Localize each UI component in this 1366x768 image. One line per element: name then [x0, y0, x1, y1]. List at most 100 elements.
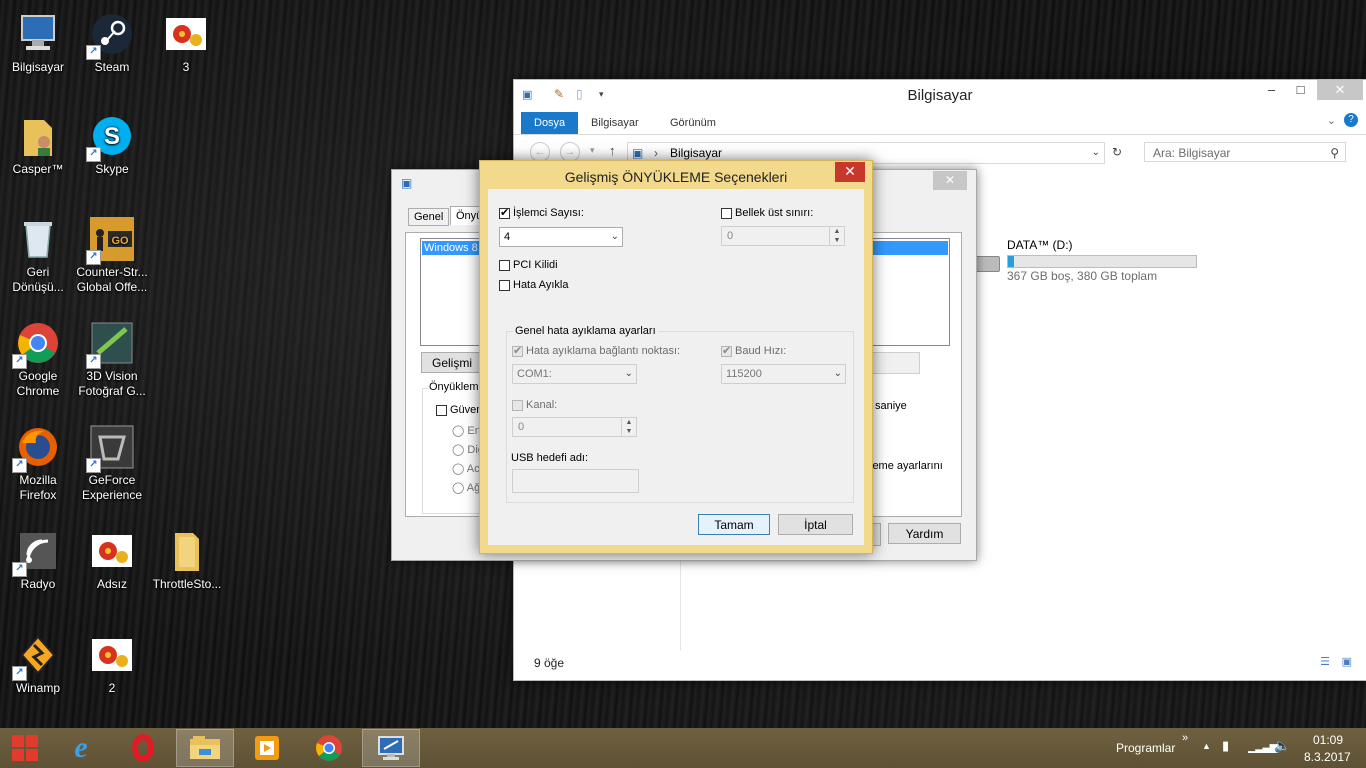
dialog-title: Gelişmiş ÖNYÜKLEME Seçenekleri — [564, 169, 788, 185]
taskbar: e Programlar » ▲ ▮ ▁▂▃▅ 🔈 01:09 8.3.2017 — [0, 728, 1366, 768]
baud-rate-select[interactable]: 115200 ⌄ — [721, 364, 846, 384]
start-button[interactable] — [0, 729, 50, 767]
desktop-icon-csgo[interactable]: GO ↗ Counter-Str... Global Offe... — [74, 215, 150, 295]
volume-icon[interactable]: 🔈 — [1274, 738, 1290, 754]
help-icon[interactable]: ? — [1344, 113, 1358, 127]
desktop-icon-adsiz[interactable]: Adsız — [74, 527, 150, 592]
usb-target-input[interactable] — [512, 469, 639, 493]
chevron-down-icon[interactable]: ⌄ — [1327, 114, 1336, 127]
clock-time[interactable]: 01:09 — [1313, 733, 1343, 747]
taskbar-system-configuration[interactable] — [362, 729, 420, 767]
desktop-icon-label: ThrottleSto... — [152, 577, 222, 591]
list-item-highlight — [873, 241, 948, 255]
maximize-button[interactable]: □ — [1286, 80, 1315, 100]
set-default-button[interactable] — [870, 352, 920, 374]
spinner-arrows-icon[interactable]: ▲ ▼ — [621, 418, 636, 436]
close-button[interactable]: ✕ — [835, 162, 865, 182]
desktop-icon-3[interactable]: 3 — [148, 10, 224, 75]
power-status-icon[interactable]: ▮ — [1222, 738, 1229, 754]
desktop-icon-bilgisayar[interactable]: Bilgisayar — [0, 10, 76, 75]
spinner-arrows-icon[interactable]: ▲ ▼ — [829, 227, 844, 245]
max-memory-label: Bellek üst sınırı: — [735, 207, 814, 219]
show-hidden-icons-icon[interactable]: ▲ — [1202, 741, 1211, 751]
close-button[interactable]: ✕ — [1317, 80, 1363, 100]
baud-rate-checkbox[interactable]: Baud Hızı: — [721, 344, 787, 357]
search-input[interactable]: Ara: Bilgisayar ⚲ — [1144, 142, 1346, 162]
list-item[interactable]: Windows 8. — [422, 241, 484, 255]
taskbar-media-player[interactable] — [238, 729, 296, 767]
msconfig-icon — [378, 736, 404, 760]
desktop-icon-label: Casper™ — [12, 162, 64, 176]
desktop-icon-throttlestop[interactable]: ThrottleSto... — [148, 527, 226, 592]
tab-dosya[interactable]: Dosya — [521, 112, 579, 134]
desktop-icon-winamp[interactable]: ↗ Winamp — [0, 631, 76, 696]
max-memory-checkbox[interactable]: Bellek üst sınırı: — [721, 207, 813, 219]
back-button[interactable]: ← — [530, 142, 550, 162]
debug-port-checkbox[interactable]: Hata ayıklama bağlantı noktası: — [512, 344, 681, 357]
recent-locations-icon[interactable]: ▾ — [590, 145, 595, 156]
close-button[interactable]: ✕ — [933, 171, 967, 190]
tab-gorunum[interactable]: Görünüm — [657, 112, 729, 134]
forward-button[interactable]: → — [560, 142, 580, 162]
minimize-button[interactable]: – — [1257, 80, 1286, 100]
safe-boot-label: Güver — [450, 404, 480, 416]
desktop-icon-3d-vision[interactable]: ↗ 3D Vision Fotoğraf G... — [74, 319, 150, 399]
explorer-title: Bilgisayar — [907, 87, 973, 104]
svg-text:S: S — [104, 123, 120, 150]
shortcut-arrow-icon: ↗ — [86, 45, 101, 60]
tab-genel[interactable]: Genel — [408, 208, 450, 226]
desktop-icon-radyo[interactable]: ↗ Radyo — [0, 527, 76, 592]
help-button[interactable]: Yardım — [888, 523, 961, 544]
drive-item-data[interactable]: DATA™ (D:) 367 GB boş, 380 GB toplam — [972, 238, 1202, 288]
debug-port-value: COM1: — [517, 368, 552, 380]
recycle-bin-icon — [14, 215, 62, 263]
clock-date[interactable]: 8.3.2017 — [1304, 750, 1351, 764]
desktop-icon-casper[interactable]: Casper™ — [0, 112, 76, 177]
internet-explorer-icon: e — [74, 731, 88, 764]
up-button[interactable]: ↑ — [609, 143, 616, 158]
num-processors-select[interactable]: 4 ⌄ — [499, 227, 623, 247]
debug-port-label: Hata ayıklama bağlantı noktası: — [526, 345, 681, 357]
tab-bilgisayar[interactable]: Bilgisayar — [578, 112, 652, 134]
desktop-icon-2[interactable]: 2 — [74, 631, 150, 696]
explorer-titlebar[interactable]: ▣ ✎ ▯ ▾ Bilgisayar – □ ✕ — [514, 80, 1366, 110]
shortcut-arrow-icon: ↗ — [12, 354, 27, 369]
taskbar-chrome[interactable] — [300, 729, 358, 767]
image-file-icon — [162, 10, 210, 58]
desktop-icon-firefox[interactable]: ↗ Mozilla Firefox — [0, 423, 76, 503]
baud-rate-label: Baud Hızı: — [735, 345, 787, 357]
num-processors-checkbox[interactable]: İşlemci Sayısı: — [499, 206, 584, 219]
advanced-boot-options-dialog[interactable]: Gelişmiş ÖNYÜKLEME Seçenekleri ✕ İşlemci… — [479, 160, 873, 554]
desktop-icon-label: 3 — [182, 60, 190, 74]
details-view-icon[interactable]: ☰ — [1320, 655, 1330, 668]
desktop-icon-recycle-bin[interactable]: Geri Dönüşü... — [0, 215, 76, 295]
large-icons-view-icon[interactable]: ▣ — [1342, 655, 1352, 668]
programs-toolbar[interactable]: Programlar — [1116, 741, 1175, 755]
taskbar-file-explorer[interactable] — [176, 729, 234, 767]
safe-boot-checkbox[interactable]: Güver — [436, 404, 480, 416]
drive-info: 367 GB boş, 380 GB toplam — [1007, 269, 1158, 283]
persist-settings-label: leme ayarlarını — [870, 460, 943, 472]
ok-button[interactable]: Tamam — [698, 514, 770, 535]
advanced-options-button[interactable]: Gelişmi — [421, 352, 483, 373]
toolbar-expand-icon[interactable]: » — [1182, 732, 1188, 744]
max-memory-input[interactable]: 0 ▲ ▼ — [721, 226, 845, 246]
cancel-button[interactable]: İptal — [778, 514, 853, 535]
refresh-icon[interactable]: ↻ — [1112, 145, 1122, 159]
debug-checkbox[interactable]: Hata Ayıkla — [499, 279, 568, 291]
desktop-icon-skype[interactable]: S ↗ Skype — [74, 112, 150, 177]
image-file-icon — [88, 527, 136, 575]
taskbar-opera[interactable] — [114, 729, 172, 767]
channel-checkbox[interactable]: Kanal: — [512, 399, 557, 411]
taskbar-internet-explorer[interactable]: e — [52, 729, 110, 767]
dialog-titlebar[interactable]: Gelişmiş ÖNYÜKLEME Seçenekleri ✕ — [480, 161, 872, 189]
geforce-icon: ↗ — [86, 423, 136, 473]
desktop-icon-steam[interactable]: ↗ Steam — [74, 10, 150, 75]
pci-lock-checkbox[interactable]: PCI Kilidi — [499, 259, 558, 271]
network-signal-icon[interactable]: ▁▂▃▅ — [1248, 739, 1279, 753]
debug-port-select[interactable]: COM1: ⌄ — [512, 364, 637, 384]
channel-input[interactable]: 0 ▲ ▼ — [512, 417, 637, 437]
chevron-down-icon[interactable]: ⌄ — [1092, 143, 1100, 163]
desktop-icon-chrome[interactable]: ↗ Google Chrome — [0, 319, 76, 399]
desktop-icon-geforce[interactable]: ↗ GeForce Experience — [74, 423, 150, 503]
